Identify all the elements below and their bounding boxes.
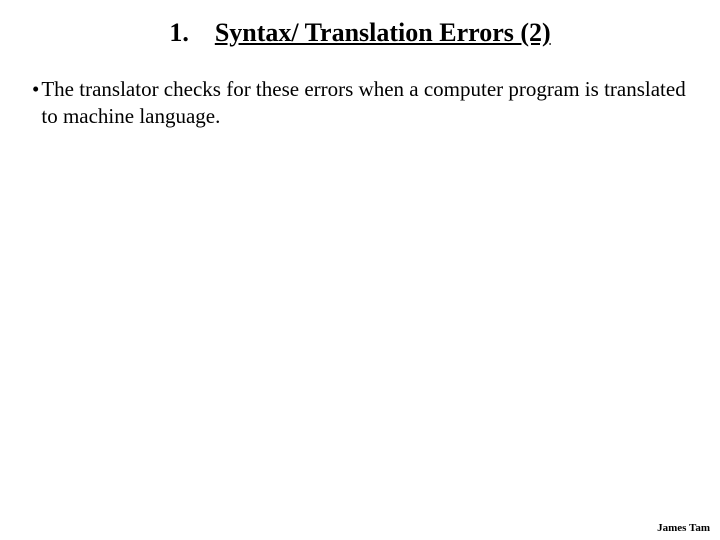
bullet-text: The translator checks for these errors w… xyxy=(41,76,688,131)
bullet-marker: • xyxy=(32,76,39,103)
slide: 1. Syntax/ Translation Errors (2) • The … xyxy=(0,0,720,540)
author-credit: James Tam xyxy=(657,522,710,534)
heading-number: 1. xyxy=(169,18,189,47)
heading-title: Syntax/ Translation Errors (2) xyxy=(215,18,551,47)
bullet-item: • The translator checks for these errors… xyxy=(32,76,688,131)
slide-heading: 1. Syntax/ Translation Errors (2) xyxy=(32,18,688,48)
